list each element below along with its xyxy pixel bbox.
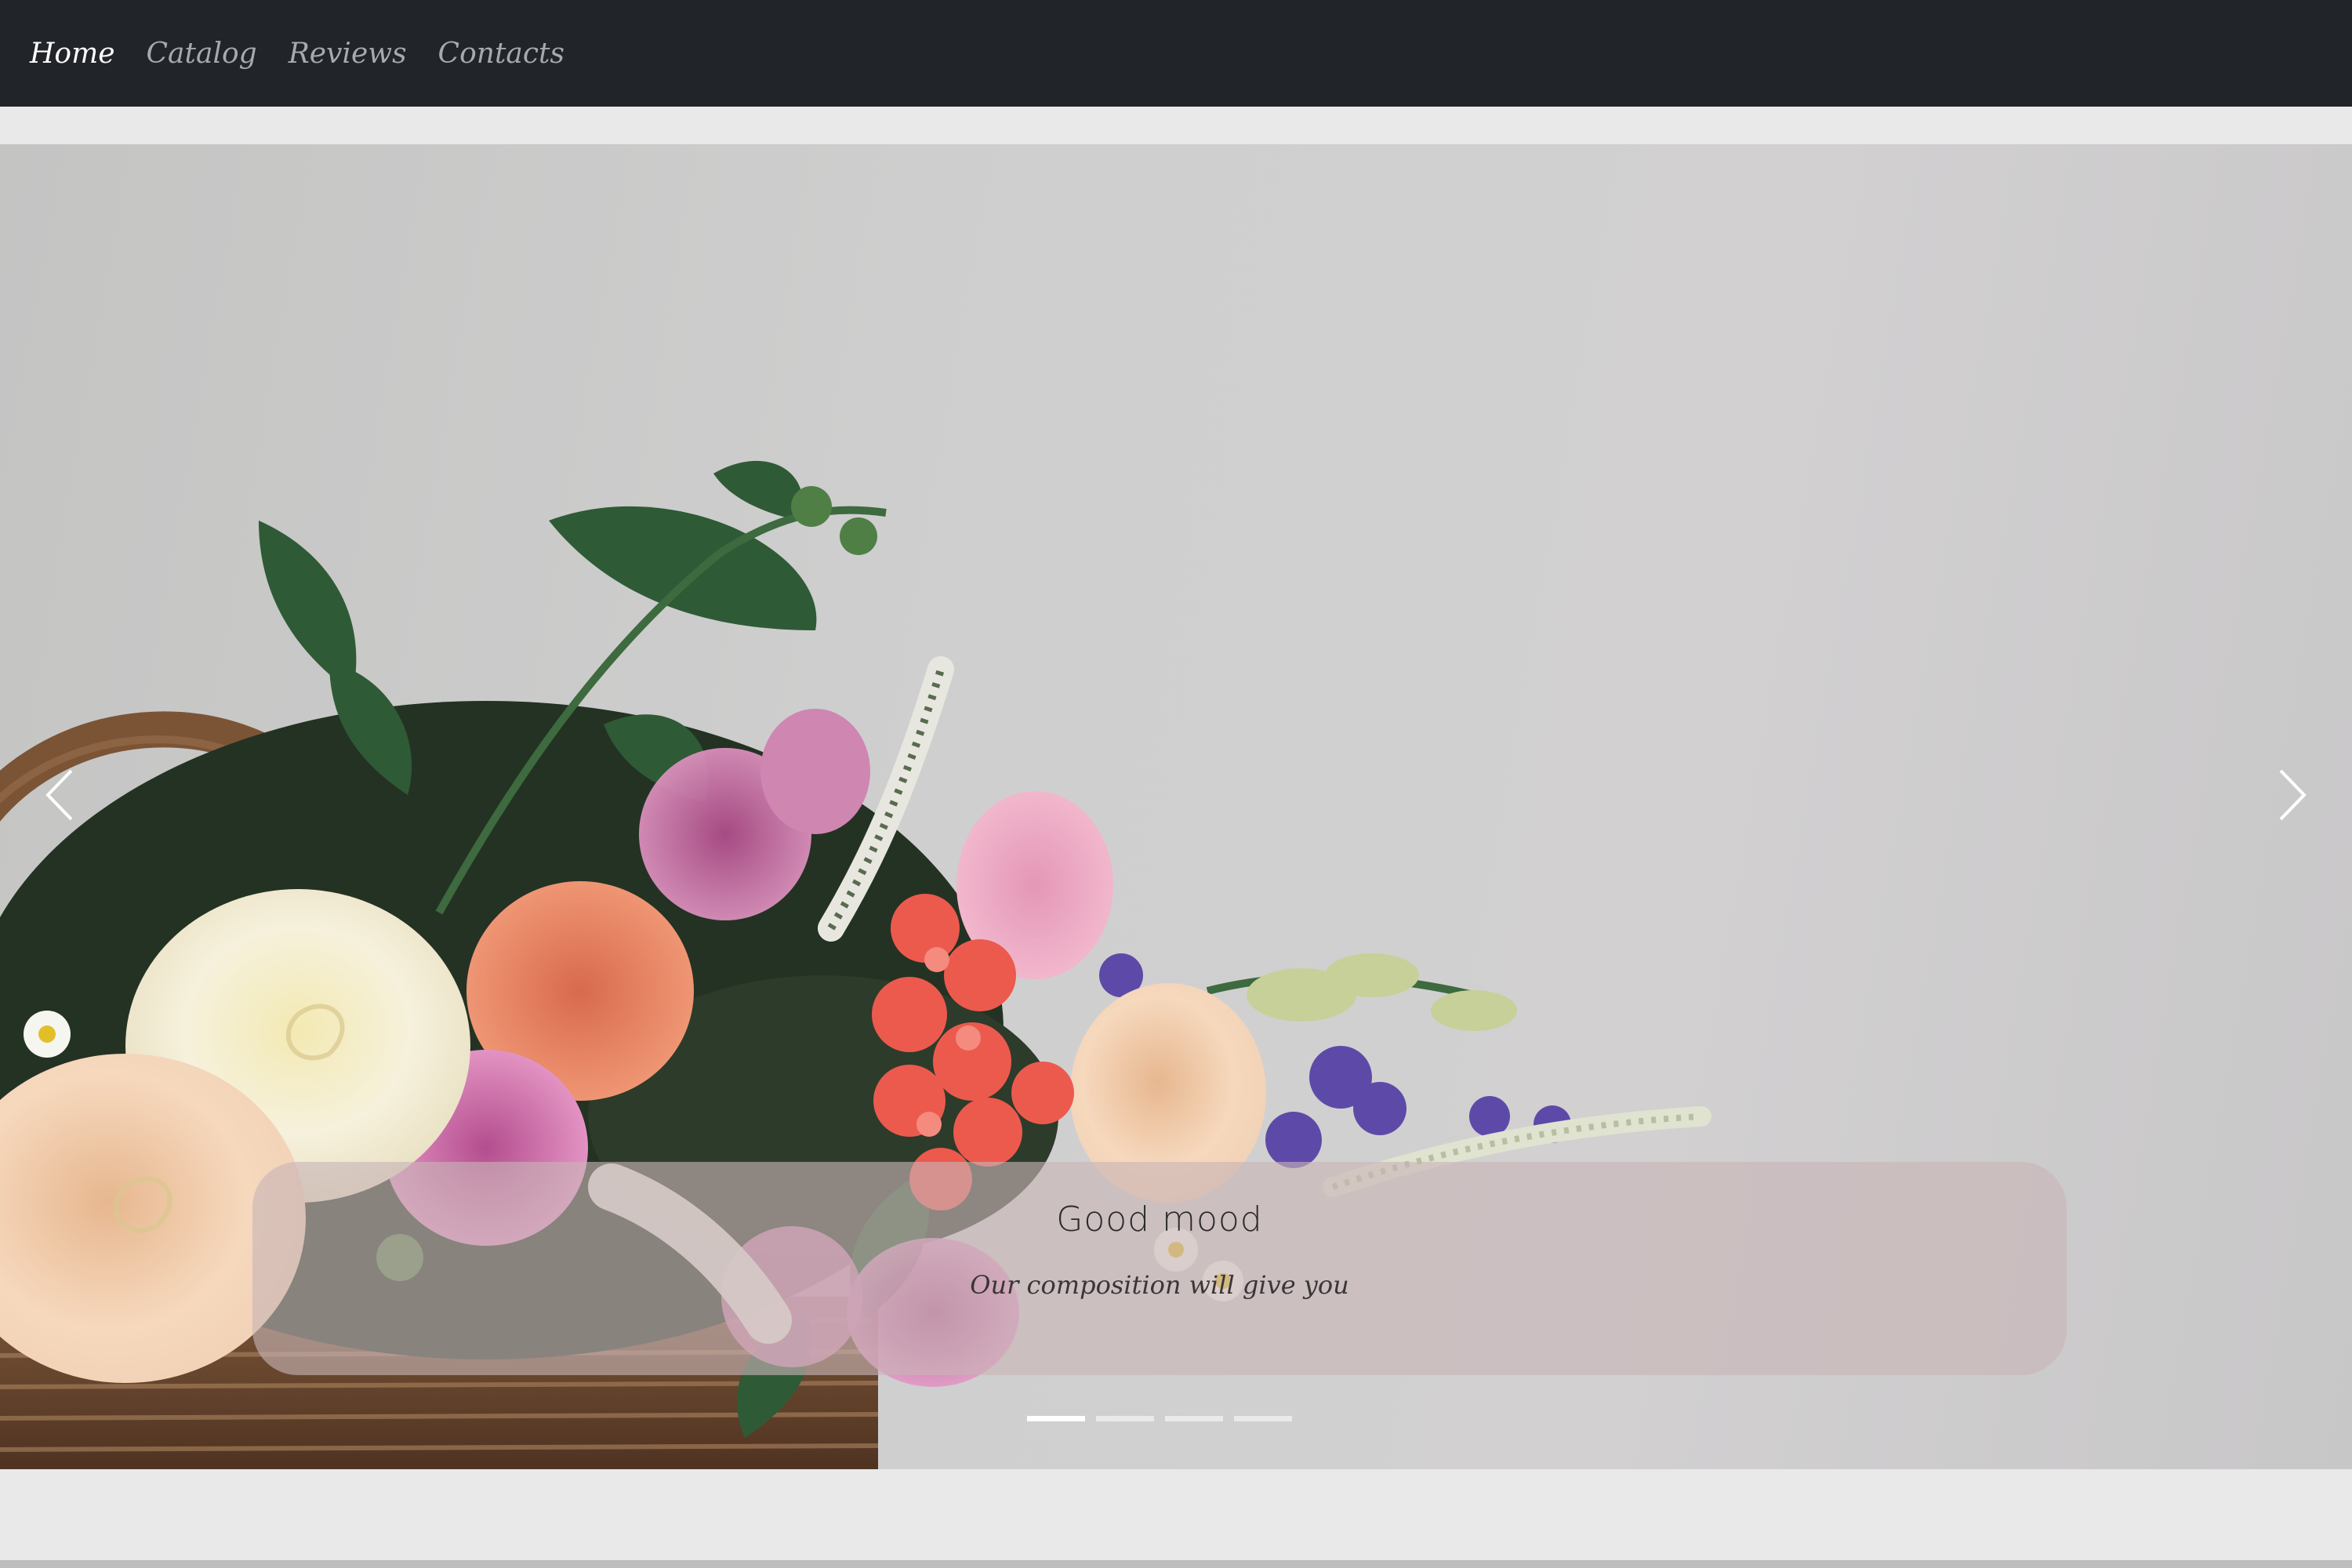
chevron-right-icon [2279, 769, 2307, 821]
hero-carousel: Good mood Our composition will give you [0, 144, 2352, 1469]
page-divider [0, 1560, 2352, 1568]
nav-link-catalog[interactable]: Catalog [147, 38, 257, 70]
carousel-caption: Good mood Our composition will give you [252, 1162, 2067, 1375]
carousel-next-button[interactable] [2262, 756, 2325, 834]
nav-link-contacts[interactable]: Contacts [438, 38, 564, 70]
caption-text: Our composition will give you [970, 1270, 1349, 1300]
nav-link-home[interactable]: Home [30, 38, 115, 70]
navbar: Home Catalog Reviews Contacts [0, 0, 2352, 107]
carousel-prev-button[interactable] [27, 756, 90, 834]
chevron-left-icon [45, 769, 73, 821]
nav-link-reviews[interactable]: Reviews [289, 38, 407, 70]
carousel-indicator-2[interactable] [1096, 1416, 1154, 1421]
carousel-indicators [1027, 1416, 1292, 1421]
carousel-indicator-3[interactable] [1165, 1416, 1223, 1421]
caption-title: Good mood [1056, 1200, 1263, 1240]
carousel-indicator-1[interactable] [1027, 1416, 1085, 1421]
carousel-indicator-4[interactable] [1234, 1416, 1292, 1421]
